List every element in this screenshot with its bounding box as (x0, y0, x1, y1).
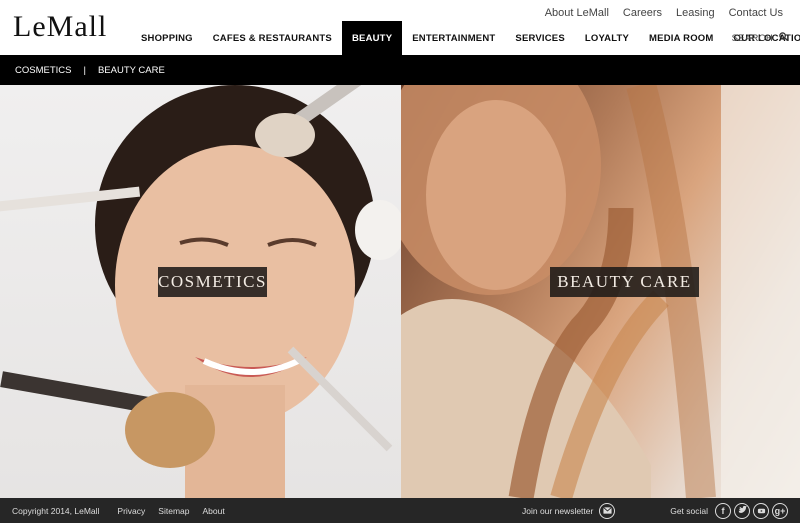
beauty-care-label[interactable]: Beauty Care (550, 267, 699, 297)
nav-services[interactable]: SERVICES (505, 21, 574, 55)
nav-media-room[interactable]: MEDIA ROOM (639, 21, 723, 55)
main-nav: SHOPPING CAFES & RESTAURANTS BEAUTY ENTE… (131, 21, 800, 55)
google-plus-icon[interactable]: g+ (772, 502, 788, 519)
social-label: Get social (670, 505, 708, 516)
careers-link[interactable]: Careers (623, 7, 662, 19)
facebook-icon[interactable]: f (715, 502, 731, 519)
sub-nav: COSMETICS | BEAUTY CARE (0, 55, 800, 85)
nav-cafes-restaurants[interactable]: CAFES & RESTAURANTS (203, 21, 342, 55)
search-icon (779, 32, 788, 44)
search-button[interactable]: SEARCH (732, 21, 788, 55)
cosmetics-panel[interactable]: Cosmetics (0, 85, 401, 498)
footer-links: Copyright 2014, LeMall Privacy Sitemap A… (12, 506, 225, 516)
site-footer: Copyright 2014, LeMall Privacy Sitemap A… (0, 498, 800, 523)
nav-loyalty[interactable]: LOYALTY (575, 21, 639, 55)
logo[interactable]: LeMall (13, 12, 107, 42)
social-links: Get social f g+ (670, 502, 788, 519)
about-footer-link[interactable]: About (202, 506, 224, 516)
subnav-separator: | (83, 64, 86, 76)
contact-link[interactable]: Contact Us (729, 7, 783, 19)
subnav-beauty-care[interactable]: BEAUTY CARE (98, 65, 165, 76)
youtube-icon[interactable] (753, 502, 769, 519)
nav-beauty[interactable]: BEAUTY (341, 21, 403, 55)
leasing-link[interactable]: Leasing (676, 7, 715, 19)
site-header: LeMall About LeMall Careers Leasing Cont… (0, 0, 800, 55)
mail-icon (599, 502, 616, 519)
sitemap-link[interactable]: Sitemap (158, 506, 189, 516)
beauty-care-panel[interactable]: Beauty Care (401, 85, 800, 498)
privacy-link[interactable]: Privacy (117, 506, 145, 516)
nav-entertainment[interactable]: ENTERTAINMENT (402, 21, 505, 55)
cosmetics-label[interactable]: Cosmetics (158, 267, 267, 297)
top-links: About LeMall Careers Leasing Contact Us (545, 7, 783, 19)
newsletter-link[interactable]: Join our newsletter (522, 502, 616, 519)
newsletter-label: Join our newsletter (522, 505, 594, 516)
twitter-icon[interactable] (734, 502, 750, 519)
about-link[interactable]: About LeMall (545, 7, 609, 19)
search-label: SEARCH (731, 32, 773, 44)
nav-shopping[interactable]: SHOPPING (131, 21, 203, 55)
copyright: Copyright 2014, LeMall (12, 505, 100, 516)
subnav-cosmetics[interactable]: COSMETICS (15, 65, 71, 76)
